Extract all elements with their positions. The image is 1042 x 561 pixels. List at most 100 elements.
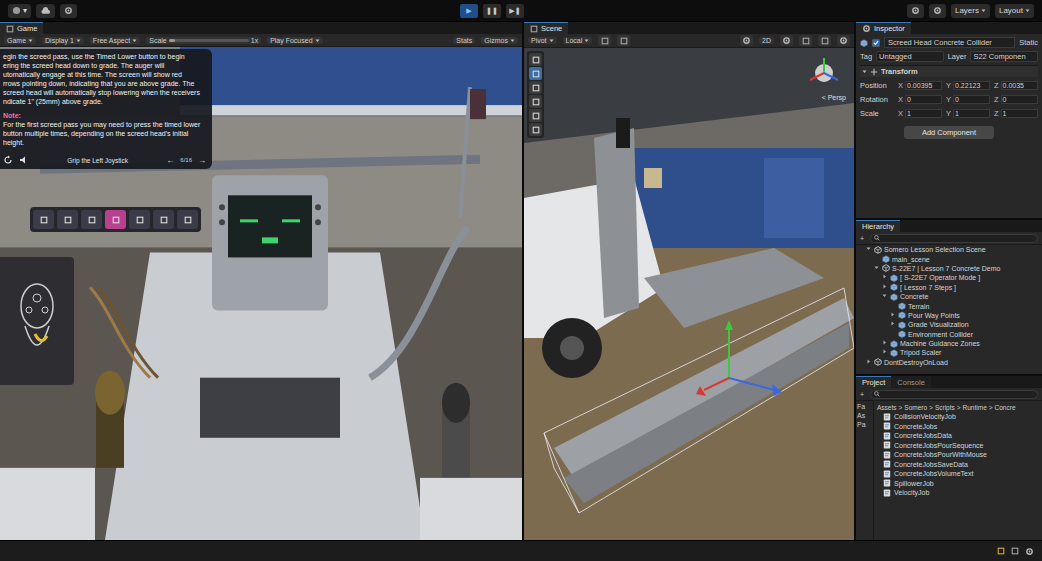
- breadcrumb-item[interactable]: Somero: [904, 404, 927, 411]
- tag-dropdown[interactable]: Untagged: [876, 51, 944, 62]
- vr-menu-button[interactable]: [105, 210, 126, 229]
- history-button[interactable]: [60, 4, 77, 18]
- layout-dropdown[interactable]: Layout: [995, 4, 1034, 18]
- game-view[interactable]: egin the screed pass, use the Timed Lowe…: [0, 47, 522, 540]
- breadcrumb-item[interactable]: Scripts: [935, 404, 955, 411]
- transform-header[interactable]: Transform: [860, 65, 1038, 77]
- hierarchy-item[interactable]: [ Lesson 7 Steps ]: [856, 283, 1042, 292]
- game-tab[interactable]: Game: [0, 22, 43, 34]
- cloud-button[interactable]: [36, 4, 55, 18]
- file-item[interactable]: ConcreteJobsVolumeText: [877, 469, 1039, 479]
- expanded-arrow-icon[interactable]: [882, 292, 888, 301]
- speaker-icon[interactable]: [19, 155, 29, 165]
- add-component-button[interactable]: Add Component: [904, 126, 994, 139]
- hierarchy-item[interactable]: Somero Lesson Selection Scene: [856, 245, 1042, 254]
- hierarchy-item[interactable]: main_scene: [856, 254, 1042, 263]
- vr-menu-button[interactable]: [177, 210, 198, 229]
- toolbar-dropdown[interactable]: Play Focused: [267, 37, 322, 44]
- folder-item[interactable]: As: [857, 412, 872, 419]
- scene-tool-button[interactable]: [529, 109, 542, 122]
- breadcrumb-item[interactable]: Runtime: [963, 404, 987, 411]
- layer-dropdown[interactable]: S22 Componen: [970, 51, 1038, 62]
- toolbar-dropdown[interactable]: Game: [4, 37, 36, 44]
- scene-tool-button[interactable]: [529, 95, 542, 108]
- vr-menu-button[interactable]: [33, 210, 54, 229]
- scene-tool-button[interactable]: [529, 81, 542, 94]
- play-control-button[interactable]: ▶: [460, 4, 478, 18]
- add-button[interactable]: +: [860, 235, 864, 242]
- hierarchy-item[interactable]: Pour Way Points: [856, 311, 1042, 320]
- shading-toggle[interactable]: [740, 35, 753, 46]
- hierarchy-tab[interactable]: Hierarchy: [856, 220, 900, 232]
- axis-value[interactable]: 0.0035: [1001, 81, 1038, 90]
- grid-toggle[interactable]: [598, 35, 611, 46]
- toolbar-dropdown[interactable]: Free Aspect: [90, 37, 140, 44]
- vr-menu-button[interactable]: [57, 210, 78, 229]
- axis-value[interactable]: 0: [953, 95, 990, 104]
- object-name-field[interactable]: Screed Head Concrete Collider: [884, 37, 1015, 48]
- play-control-button[interactable]: ❚❚: [483, 4, 501, 18]
- collapsed-arrow-icon[interactable]: [890, 311, 896, 320]
- axis-value[interactable]: 1: [905, 109, 942, 118]
- scene-tab[interactable]: Scene: [524, 22, 568, 34]
- collapsed-arrow-icon[interactable]: [866, 358, 872, 367]
- file-item[interactable]: ConcreteJobsPourWithMouse: [877, 450, 1039, 460]
- file-item[interactable]: ConcreteJobsData: [877, 431, 1039, 441]
- prev-button[interactable]: ←: [166, 156, 174, 165]
- play-control-button[interactable]: ▶❚: [506, 4, 524, 18]
- hierarchy-item[interactable]: S-22E7 | Lesson 7 Concrete Demo: [856, 264, 1042, 273]
- expanded-arrow-icon[interactable]: [866, 245, 872, 254]
- collapsed-arrow-icon[interactable]: [882, 283, 888, 292]
- hierarchy-item[interactable]: Terrain: [856, 301, 1042, 310]
- file-item[interactable]: VelocityJob: [877, 488, 1039, 498]
- hierarchy-item[interactable]: DontDestroyOnLoad: [856, 358, 1042, 367]
- next-button[interactable]: →: [198, 156, 206, 165]
- axis-value[interactable]: 1: [1001, 109, 1038, 118]
- gizmos-toggle[interactable]: [837, 35, 850, 46]
- collapsed-arrow-icon[interactable]: [890, 320, 896, 329]
- slider-track[interactable]: [169, 39, 249, 42]
- scene-tool-button[interactable]: [529, 53, 542, 66]
- project-tab[interactable]: Project: [856, 376, 891, 388]
- settings-button[interactable]: [929, 4, 946, 18]
- vr-menu-button[interactable]: [153, 210, 174, 229]
- file-item[interactable]: ConcreteJobsSaveData: [877, 460, 1039, 470]
- collapsed-arrow-icon[interactable]: [882, 348, 888, 357]
- file-item[interactable]: CollisionVelocityJob: [877, 412, 1039, 422]
- hierarchy-search[interactable]: [870, 234, 1038, 243]
- audio-toggle[interactable]: [799, 35, 812, 46]
- layers-dropdown[interactable]: Layers: [951, 4, 990, 18]
- undo-history-button[interactable]: [907, 4, 924, 18]
- toolbar-dropdown[interactable]: Display 1: [42, 37, 84, 44]
- snap-toggle[interactable]: [617, 35, 630, 46]
- axis-value[interactable]: 0: [905, 95, 942, 104]
- file-item[interactable]: ConcreteJobsPourSequence: [877, 441, 1039, 451]
- hierarchy-item[interactable]: [ S-22E7 Operator Mode ]: [856, 273, 1042, 282]
- account-button[interactable]: ▾: [8, 4, 31, 18]
- axis-value[interactable]: 1: [953, 109, 990, 118]
- vr-menu-button[interactable]: [129, 210, 150, 229]
- toolbar-dropdown[interactable]: Gizmos: [481, 37, 518, 44]
- collapsed-arrow-icon[interactable]: [882, 339, 888, 348]
- collapsed-arrow-icon[interactable]: [882, 273, 888, 282]
- project-tab[interactable]: Console: [891, 376, 931, 388]
- scene-render[interactable]: [524, 48, 854, 540]
- toolbar-dropdown[interactable]: Pivot: [528, 37, 557, 44]
- 2d-toggle[interactable]: 2D: [759, 37, 774, 44]
- toolbar-button[interactable]: Stats: [453, 37, 475, 44]
- vr-menu-button[interactable]: [81, 210, 102, 229]
- hierarchy-item[interactable]: Machine Guidance Zones: [856, 339, 1042, 348]
- persp-label[interactable]: < Persp: [822, 94, 846, 101]
- hierarchy-item[interactable]: Concrete: [856, 292, 1042, 301]
- axis-value[interactable]: 0.22123: [953, 81, 990, 90]
- breadcrumb-item[interactable]: Assets: [877, 404, 897, 411]
- file-item[interactable]: SpillowerJob: [877, 479, 1039, 489]
- hierarchy-item[interactable]: Environment Collider: [856, 330, 1042, 339]
- hierarchy-item[interactable]: Grade Visualization: [856, 320, 1042, 329]
- file-item[interactable]: ConcreteJobs: [877, 422, 1039, 432]
- lighting-toggle[interactable]: [780, 35, 793, 46]
- axis-value[interactable]: 0.00395: [905, 81, 942, 90]
- enabled-checkbox[interactable]: [872, 39, 880, 47]
- scale-slider[interactable]: Scale1x: [146, 37, 261, 44]
- project-search[interactable]: [870, 390, 1038, 399]
